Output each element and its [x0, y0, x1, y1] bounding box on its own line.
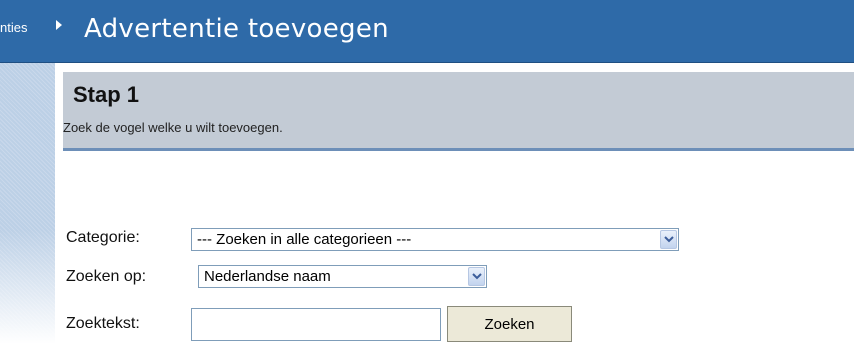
category-label: Categorie: [66, 229, 140, 246]
step-description: Zoek de vogel welke u wilt toevoegen. [63, 120, 283, 135]
breadcrumb-previous-link[interactable]: nties [0, 20, 27, 35]
step-title: Stap 1 [73, 82, 140, 107]
search-text-label: Zoektekst: [66, 315, 140, 332]
sidebar-fade [0, 230, 55, 344]
category-selected-value: --- Zoeken in alle categorieen --- [197, 231, 412, 248]
search-on-selected-value: Nederlandse naam [204, 268, 331, 285]
step-panel: Stap 1 Zoek de vogel welke u wilt toevoe… [63, 72, 854, 151]
page-title: Advertentie toevoegen [84, 14, 389, 44]
chevron-down-icon[interactable] [468, 267, 485, 286]
search-text-input[interactable] [191, 308, 441, 341]
search-button[interactable]: Zoeken [447, 306, 572, 342]
search-on-select[interactable]: Nederlandse naam [198, 265, 487, 288]
chevron-down-icon[interactable] [660, 230, 677, 249]
search-on-label: Zoeken op: [66, 268, 147, 285]
category-select[interactable]: --- Zoeken in alle categorieen --- [191, 228, 679, 251]
header-bar: nties Advertentie toevoegen [0, 0, 854, 63]
breadcrumb-arrow-icon [56, 20, 62, 30]
